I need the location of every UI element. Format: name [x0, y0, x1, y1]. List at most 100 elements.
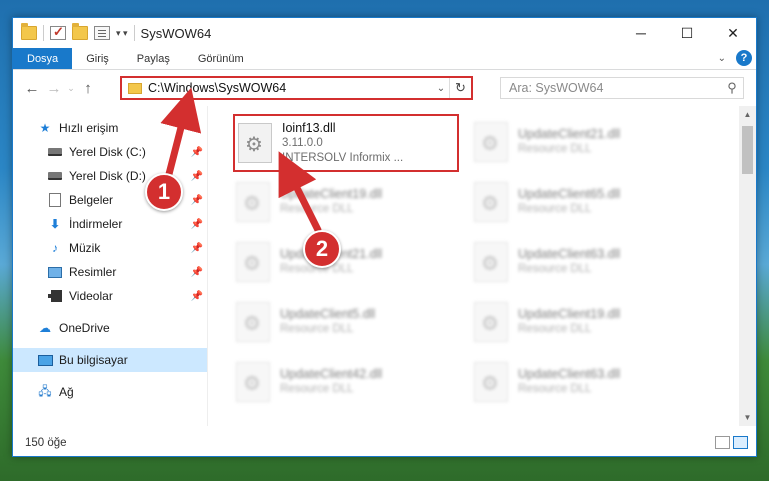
disk-icon — [47, 145, 63, 159]
tab-share[interactable]: Paylaş — [123, 48, 184, 69]
sidebar-item-videos[interactable]: Videolar 📌 — [13, 284, 207, 308]
pin-icon[interactable]: 📌 — [191, 195, 203, 206]
dll-file-icon — [474, 362, 508, 402]
file-item[interactable]: UpdateClient21.dll Resource DLL — [474, 114, 704, 170]
download-icon: ⬇ — [49, 217, 61, 231]
recent-locations-icon[interactable]: ⌄ — [65, 83, 77, 94]
file-item-highlighted[interactable]: Ioinf13.dll 3.11.0.0 INTERSOLV Informix … — [233, 114, 459, 172]
scroll-thumb[interactable] — [742, 126, 753, 174]
file-item[interactable]: UpdateClient42.dll Resource DLL — [236, 354, 466, 410]
ribbon-tabs: Dosya Giriş Paylaş Görünüm ⌄ ? — [13, 48, 756, 70]
folder-icon — [128, 82, 142, 94]
expand-ribbon-icon[interactable]: ⌄ — [718, 53, 726, 64]
close-button[interactable]: ✕ — [710, 18, 756, 48]
maximize-button[interactable]: ☐ — [664, 18, 710, 48]
scroll-up-icon[interactable]: ▲ — [739, 106, 756, 123]
documents-icon — [47, 193, 63, 207]
dll-file-icon — [474, 302, 508, 342]
dll-file-icon — [236, 242, 270, 282]
refresh-button[interactable]: ↻ — [449, 78, 471, 98]
sidebar-item-local-disk-c[interactable]: Yerel Disk (C:) 📌 — [13, 140, 207, 164]
vertical-scrollbar[interactable]: ▲ ▼ — [739, 106, 756, 426]
dll-file-icon — [474, 122, 508, 162]
file-item[interactable]: UpdateClient63.dll Resource DLL — [474, 354, 704, 410]
tab-file[interactable]: Dosya — [13, 48, 73, 69]
star-icon: ★ — [39, 121, 51, 135]
file-name: Ioinf13.dll — [282, 120, 336, 135]
search-icon[interactable]: ⚲ — [721, 80, 743, 96]
pin-icon[interactable]: 📌 — [191, 291, 203, 302]
minimize-button[interactable]: ─ — [618, 18, 664, 48]
file-item[interactable]: UpdateClient19.dll Resource DLL — [474, 294, 704, 350]
sidebar-item-label: OneDrive — [59, 321, 110, 335]
list-properties-icon[interactable] — [94, 26, 110, 40]
dll-file-icon — [474, 182, 508, 222]
sidebar-item-onedrive[interactable]: ☁ OneDrive — [13, 316, 207, 340]
search-input[interactable]: Ara: SysWOW64 ⚲ — [500, 77, 744, 99]
file-name: UpdateClient65.dll — [518, 187, 621, 201]
pin-icon[interactable]: 📌 — [191, 243, 203, 254]
sidebar-item-label: Hızlı erişim — [59, 121, 119, 135]
sidebar-item-label: Videolar — [69, 289, 113, 303]
computer-icon — [37, 353, 53, 367]
tab-view[interactable]: Görünüm — [184, 48, 258, 69]
file-description: INTERSOLV Informix ... — [282, 151, 404, 164]
file-item[interactable]: UpdateClient65.dll Resource DLL — [474, 174, 704, 230]
file-description: Resource DLL — [280, 203, 354, 215]
window-title: SysWOW64 — [140, 25, 212, 41]
sidebar-item-music[interactable]: ♪ Müzik 📌 — [13, 236, 207, 260]
dll-file-icon — [236, 182, 270, 222]
disk-icon — [47, 169, 63, 183]
help-icon[interactable]: ? — [736, 50, 752, 66]
file-description: Resource DLL — [280, 383, 354, 395]
forward-button[interactable]: → — [43, 80, 65, 97]
customize-toolbar-icon[interactable]: ▾ ▾ — [116, 28, 128, 39]
sidebar-item-pictures[interactable]: Resimler 📌 — [13, 260, 207, 284]
navigation-pane: ★ Hızlı erişim Yerel Disk (C:) 📌 Yerel D… — [13, 106, 208, 426]
up-button[interactable]: ↑ — [77, 80, 99, 97]
search-placeholder: Ara: SysWOW64 — [509, 81, 604, 95]
file-item[interactable]: UpdateClient63.dll Resource DLL — [474, 234, 704, 290]
sidebar-item-downloads[interactable]: ⬇ İndirmeler 📌 — [13, 212, 207, 236]
sidebar-item-network[interactable]: 🖧 Ağ — [13, 380, 207, 404]
sidebar-item-this-pc[interactable]: Bu bilgisayar — [13, 348, 207, 372]
file-name: UpdateClient63.dll — [518, 247, 621, 261]
file-item[interactable]: UpdateClient21.dll Resource DLL — [236, 234, 466, 290]
divider — [133, 25, 135, 41]
scroll-down-icon[interactable]: ▼ — [739, 409, 756, 426]
network-icon: 🖧 — [38, 383, 52, 398]
quick-access-toolbar: ▾ ▾ — [13, 23, 135, 41]
sidebar-item-label: Resimler — [69, 265, 117, 279]
dll-file-icon — [474, 242, 508, 282]
file-name: UpdateClient19.dll — [518, 307, 621, 321]
sidebar-item-label: Ağ — [59, 385, 74, 399]
file-item[interactable]: UpdateClient5.dll Resource DLL — [236, 294, 466, 350]
back-button[interactable]: ← — [21, 80, 43, 97]
sidebar-item-quick-access[interactable]: ★ Hızlı erişim — [13, 116, 207, 140]
file-description: Resource DLL — [280, 323, 354, 335]
item-count: 150 öğe — [25, 437, 67, 449]
view-toggle — [715, 436, 748, 449]
pin-icon[interactable]: 📌 — [191, 171, 203, 182]
file-description: Resource DLL — [518, 263, 592, 275]
details-view-icon[interactable] — [715, 436, 730, 449]
file-name: UpdateClient21.dll — [518, 127, 621, 141]
pin-icon[interactable]: 📌 — [191, 267, 203, 278]
pin-icon[interactable]: 📌 — [191, 147, 203, 158]
file-item[interactable]: UpdateClient19.dll Resource DLL — [236, 174, 466, 230]
ribbon-right: ⌄ ? — [718, 50, 752, 66]
address-row: ← → ⌄ ↑ C:\Windows\SysWOW64 ⌄ ↻ Ara: Sys… — [13, 70, 756, 106]
address-bar[interactable]: C:\Windows\SysWOW64 ⌄ ↻ — [120, 76, 473, 100]
title-bar: ▾ ▾ SysWOW64 ─ ☐ ✕ — [13, 18, 756, 48]
status-bar: 150 öğe — [13, 430, 756, 456]
address-path[interactable]: C:\Windows\SysWOW64 — [148, 81, 433, 95]
pin-icon[interactable]: 📌 — [191, 219, 203, 230]
tiles-view-icon[interactable] — [733, 436, 748, 449]
explorer-window: ▾ ▾ SysWOW64 ─ ☐ ✕ Dosya Giriş Paylaş Gö… — [12, 17, 757, 457]
new-folder-icon[interactable] — [72, 23, 88, 40]
properties-check-icon[interactable] — [50, 24, 66, 40]
tab-home[interactable]: Giriş — [72, 48, 123, 69]
address-dropdown-icon[interactable]: ⌄ — [433, 83, 449, 94]
dll-file-icon — [236, 362, 270, 402]
file-description: Resource DLL — [518, 323, 592, 335]
